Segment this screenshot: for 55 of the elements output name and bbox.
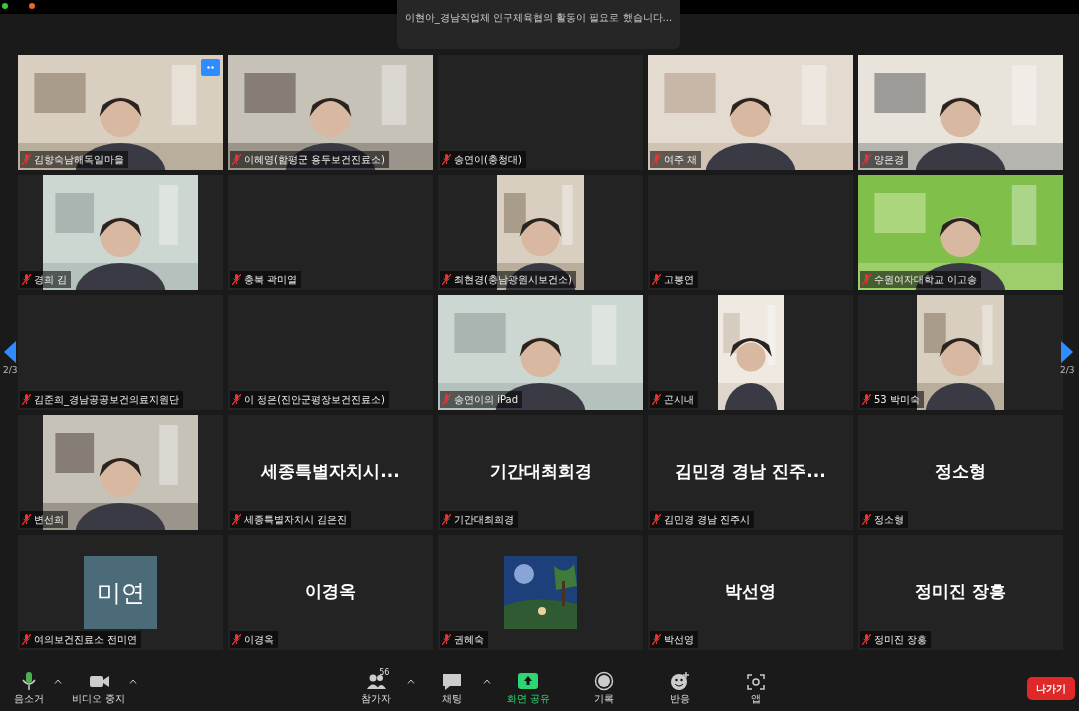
mute-button[interactable]: 음소거 xyxy=(8,670,50,706)
caret-icon[interactable] xyxy=(483,678,492,684)
more-icon xyxy=(207,66,214,69)
participant-label: 이경옥 xyxy=(244,633,274,647)
page-indicator: 2/3 xyxy=(1060,364,1075,377)
participant-label: 양은경 xyxy=(874,153,904,167)
caret-icon[interactable] xyxy=(407,678,416,684)
page-indicator: 2/3 xyxy=(3,364,18,377)
participant-label: 최현경(충남광원시보건소) xyxy=(454,273,572,287)
participant-name: 박선영 xyxy=(724,580,777,603)
participant-name: 정미진 장흥 xyxy=(914,580,1007,603)
participant-label: 53 박미숙 xyxy=(874,393,920,407)
share-screen-icon xyxy=(517,670,540,691)
smiley-icon xyxy=(669,670,692,691)
avatar: 미연 xyxy=(84,556,157,629)
participant-label: 박선영 xyxy=(664,633,694,647)
page-previous-arrow[interactable] xyxy=(3,340,18,364)
record-button[interactable]: 기록 xyxy=(577,670,632,706)
participant-label: 송연이(충청대) xyxy=(454,153,522,167)
participant-label: 여주 채 xyxy=(664,153,698,167)
participant-name: 기간대최희경 xyxy=(488,460,593,483)
record-icon xyxy=(593,670,616,691)
participant-label: 경희 김 xyxy=(34,273,68,287)
participant-label: 충북 곽미열 xyxy=(244,273,298,287)
page-next-arrow[interactable] xyxy=(1060,340,1075,364)
participant-label: 변선희 xyxy=(34,513,64,527)
reactions-button[interactable]: 반응 xyxy=(653,670,708,706)
participant-label: 송연이의 iPad xyxy=(454,393,518,407)
participant-label: 김준희_경남공공보건의료지원단 xyxy=(34,393,179,407)
participant-label: 고봉연 xyxy=(664,273,694,287)
camera-button[interactable]: 비디오 중지 xyxy=(72,670,126,706)
share-button[interactable]: 화면 공유 xyxy=(501,670,556,706)
participant-label: 김민경 경남 진주시 xyxy=(664,513,751,527)
leave-button[interactable]: 나가기 xyxy=(1027,676,1075,700)
caret-icon[interactable] xyxy=(129,678,138,684)
meeting-banner: 이현아_경남직업체 인구체육협의 활동이 필요로 했습니다... xyxy=(397,0,680,49)
participant-label: 여의보건진료소 전미연 xyxy=(34,633,138,647)
participant-label: 수원여자대학교 이고송 xyxy=(874,273,978,287)
participant-label: 곤시내 xyxy=(664,393,694,407)
participant-label: 세종특별자치시 김은진 xyxy=(244,513,348,527)
chat-button[interactable]: 채팅 xyxy=(425,670,480,706)
caret-icon[interactable] xyxy=(54,678,62,684)
participant-label: 이혜영(함평군 용두보건진료소) xyxy=(244,153,385,167)
participant-label: 이 정은(진안군평장보건진료소) xyxy=(244,393,385,407)
participant-name: 이경옥 xyxy=(304,580,357,603)
participant-name: 세종특별자치시... xyxy=(260,460,401,483)
participant-name: 김민경 경남 진주... xyxy=(674,460,827,483)
participant-label: 정미진 장흥 xyxy=(874,633,928,647)
participant-label: 김향숙남해독일마을 xyxy=(34,153,124,167)
status-icon xyxy=(2,2,36,10)
participant-label: 정소형 xyxy=(874,513,904,527)
participant-name: 정소형 xyxy=(934,460,987,483)
participant-label: 기간대최희경 xyxy=(454,513,514,527)
participant-label: 권혜숙 xyxy=(454,633,484,647)
apps-button[interactable]: 앱 xyxy=(729,670,784,706)
